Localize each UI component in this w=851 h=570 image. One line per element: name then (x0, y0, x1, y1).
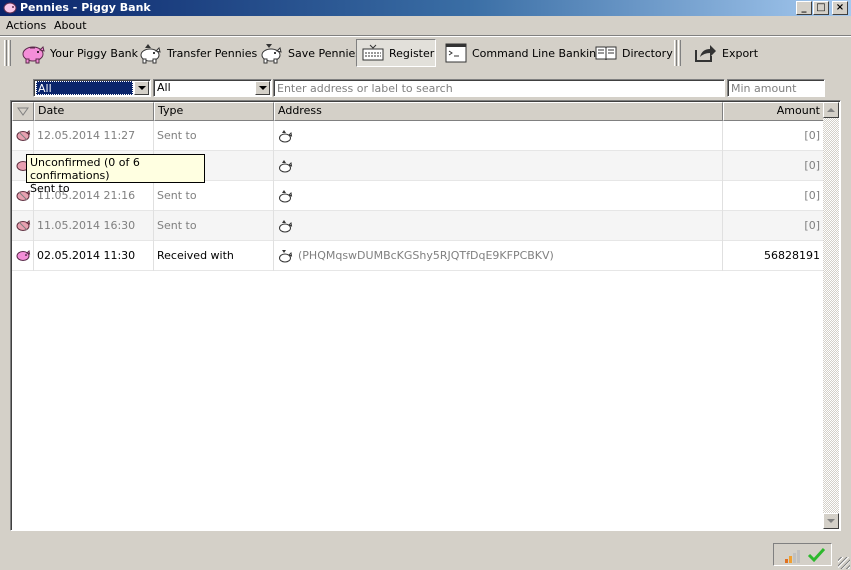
directory-button[interactable]: Directory (590, 39, 677, 67)
address-cell (274, 211, 723, 241)
console-icon (445, 43, 467, 63)
min-amount-box (727, 79, 825, 97)
tooltip-type: Sent to (30, 182, 70, 195)
toolbar-separator (674, 40, 677, 66)
resize-grip[interactable] (838, 557, 850, 569)
connections-icon (785, 550, 800, 563)
save-pennies-button[interactable]: Save Pennies (254, 39, 365, 67)
tooltip-status: Unconfirmed (0 of 6 confirmations) (30, 156, 140, 182)
toolbar-grip[interactable] (4, 40, 7, 66)
your-piggy-bank-label: Your Piggy Bank (50, 46, 139, 60)
address-column-header[interactable]: Address (274, 102, 723, 121)
command-line-banking-label: Command Line Banking (472, 46, 604, 60)
register-icon (362, 44, 384, 61)
table-row[interactable]: 02.05.2014 11:30 Received with (PHQMqswD… (12, 241, 825, 271)
date-cell: 02.05.2014 11:30 (34, 241, 154, 271)
register-button[interactable]: Register (356, 39, 436, 67)
address-cell (274, 121, 723, 151)
amount-cell: [0] (723, 181, 825, 211)
type-column-header[interactable]: Type (154, 102, 274, 121)
transfer-pennies-button[interactable]: Transfer Pennies (133, 39, 261, 67)
piggy-send-icon (279, 190, 293, 203)
confirmed-piggy-icon (16, 249, 31, 261)
date-cell: 12.05.2014 11:27 (34, 121, 154, 151)
scroll-up-button[interactable] (823, 102, 839, 118)
table-row[interactable]: 11.05.2014 16:30 Sent to [0] (12, 211, 825, 241)
export-label: Export (722, 46, 759, 60)
date-cell: 11.05.2014 16:30 (34, 211, 154, 241)
type-select[interactable]: All (153, 79, 272, 97)
piggy-bank-icon (22, 46, 45, 64)
scroll-track[interactable] (823, 118, 839, 513)
address-cell (274, 181, 723, 211)
unconfirmed-piggy-icon (16, 189, 31, 201)
table-header: Date Type Address Amount (12, 102, 825, 121)
maximize-button[interactable]: □ (813, 1, 829, 15)
toolbar: Your Piggy Bank Transfer Pennies Save Pe… (0, 37, 851, 67)
sort-indicator-icon (17, 107, 29, 116)
status-bar (0, 539, 851, 570)
export-icon (695, 45, 716, 62)
unconfirmed-piggy-icon (16, 129, 31, 141)
address-cell: (PHQMqswDUMBcKGShy5RJQTfDqE9KFPCBKV) (274, 241, 723, 271)
chevron-down-icon[interactable] (255, 81, 270, 95)
book-icon (595, 46, 617, 61)
confirmation-tooltip: Unconfirmed (0 of 6 confirmations) Sent … (26, 154, 205, 195)
piggy-send-icon (140, 44, 161, 64)
chevron-down-icon[interactable] (134, 81, 149, 95)
date-column-header[interactable]: Date (34, 102, 154, 121)
minimize-button[interactable]: _ (796, 1, 812, 15)
unconfirmed-piggy-icon (16, 219, 31, 231)
amount-cell: [0] (723, 121, 825, 151)
close-button[interactable]: × (832, 1, 848, 15)
window-title: Pennies - Piggy Bank (20, 1, 151, 14)
piggy-send-icon (279, 220, 293, 233)
toolbar-grip (8, 40, 11, 66)
type-cell: Received with (154, 241, 274, 271)
transfer-pennies-label: Transfer Pennies (167, 46, 258, 60)
table-row[interactable]: 12.05.2014 11:27 Sent to [0] (12, 121, 825, 151)
register-label: Register (389, 46, 435, 60)
search-input-box (273, 79, 725, 97)
date-range-value: All (36, 81, 133, 95)
title-bar: Pennies - Piggy Bank _ □ × (0, 0, 851, 16)
status-column-header[interactable] (12, 102, 34, 121)
piggy-app-icon (3, 2, 17, 14)
type-cell: Sent to (154, 211, 274, 241)
sync-status (773, 543, 832, 566)
min-amount-input[interactable] (728, 80, 824, 96)
save-pennies-label: Save Pennies (288, 46, 362, 60)
address-label: (PHQMqswDUMBcKGShy5RJQTfDqE9KFPCBKV) (298, 249, 554, 262)
piggy-send-icon (279, 160, 293, 173)
synced-check-icon (807, 547, 825, 563)
piggy-send-icon (279, 130, 293, 143)
amount-cell: [0] (723, 211, 825, 241)
status-cell (12, 121, 34, 151)
table-body: 12.05.2014 11:27 Sent to [0] [0] 11.05.2… (12, 121, 825, 271)
vertical-scrollbar[interactable] (823, 102, 839, 529)
search-input[interactable] (274, 80, 724, 96)
date-range-select[interactable]: All (33, 79, 151, 97)
status-cell (12, 211, 34, 241)
piggy-receive-icon (261, 44, 282, 64)
menu-bar: Actions About (0, 17, 851, 35)
menu-about[interactable]: About (54, 19, 87, 32)
directory-label: Directory (622, 46, 673, 60)
menu-actions[interactable]: Actions (6, 19, 46, 32)
amount-cell: [0] (723, 151, 825, 181)
export-button[interactable]: Export (688, 39, 762, 67)
your-piggy-bank-button[interactable]: Your Piggy Bank (16, 39, 142, 67)
status-cell (12, 241, 34, 271)
amount-column-header[interactable]: Amount (723, 102, 825, 121)
type-value: All (157, 81, 171, 94)
address-cell (274, 151, 723, 181)
scroll-down-button[interactable] (823, 513, 839, 529)
amount-cell: 56828191 (723, 241, 825, 271)
piggy-receive-icon (279, 250, 293, 263)
command-line-banking-button[interactable]: Command Line Banking (440, 39, 607, 67)
type-cell: Sent to (154, 121, 274, 151)
toolbar-separator (678, 40, 681, 66)
